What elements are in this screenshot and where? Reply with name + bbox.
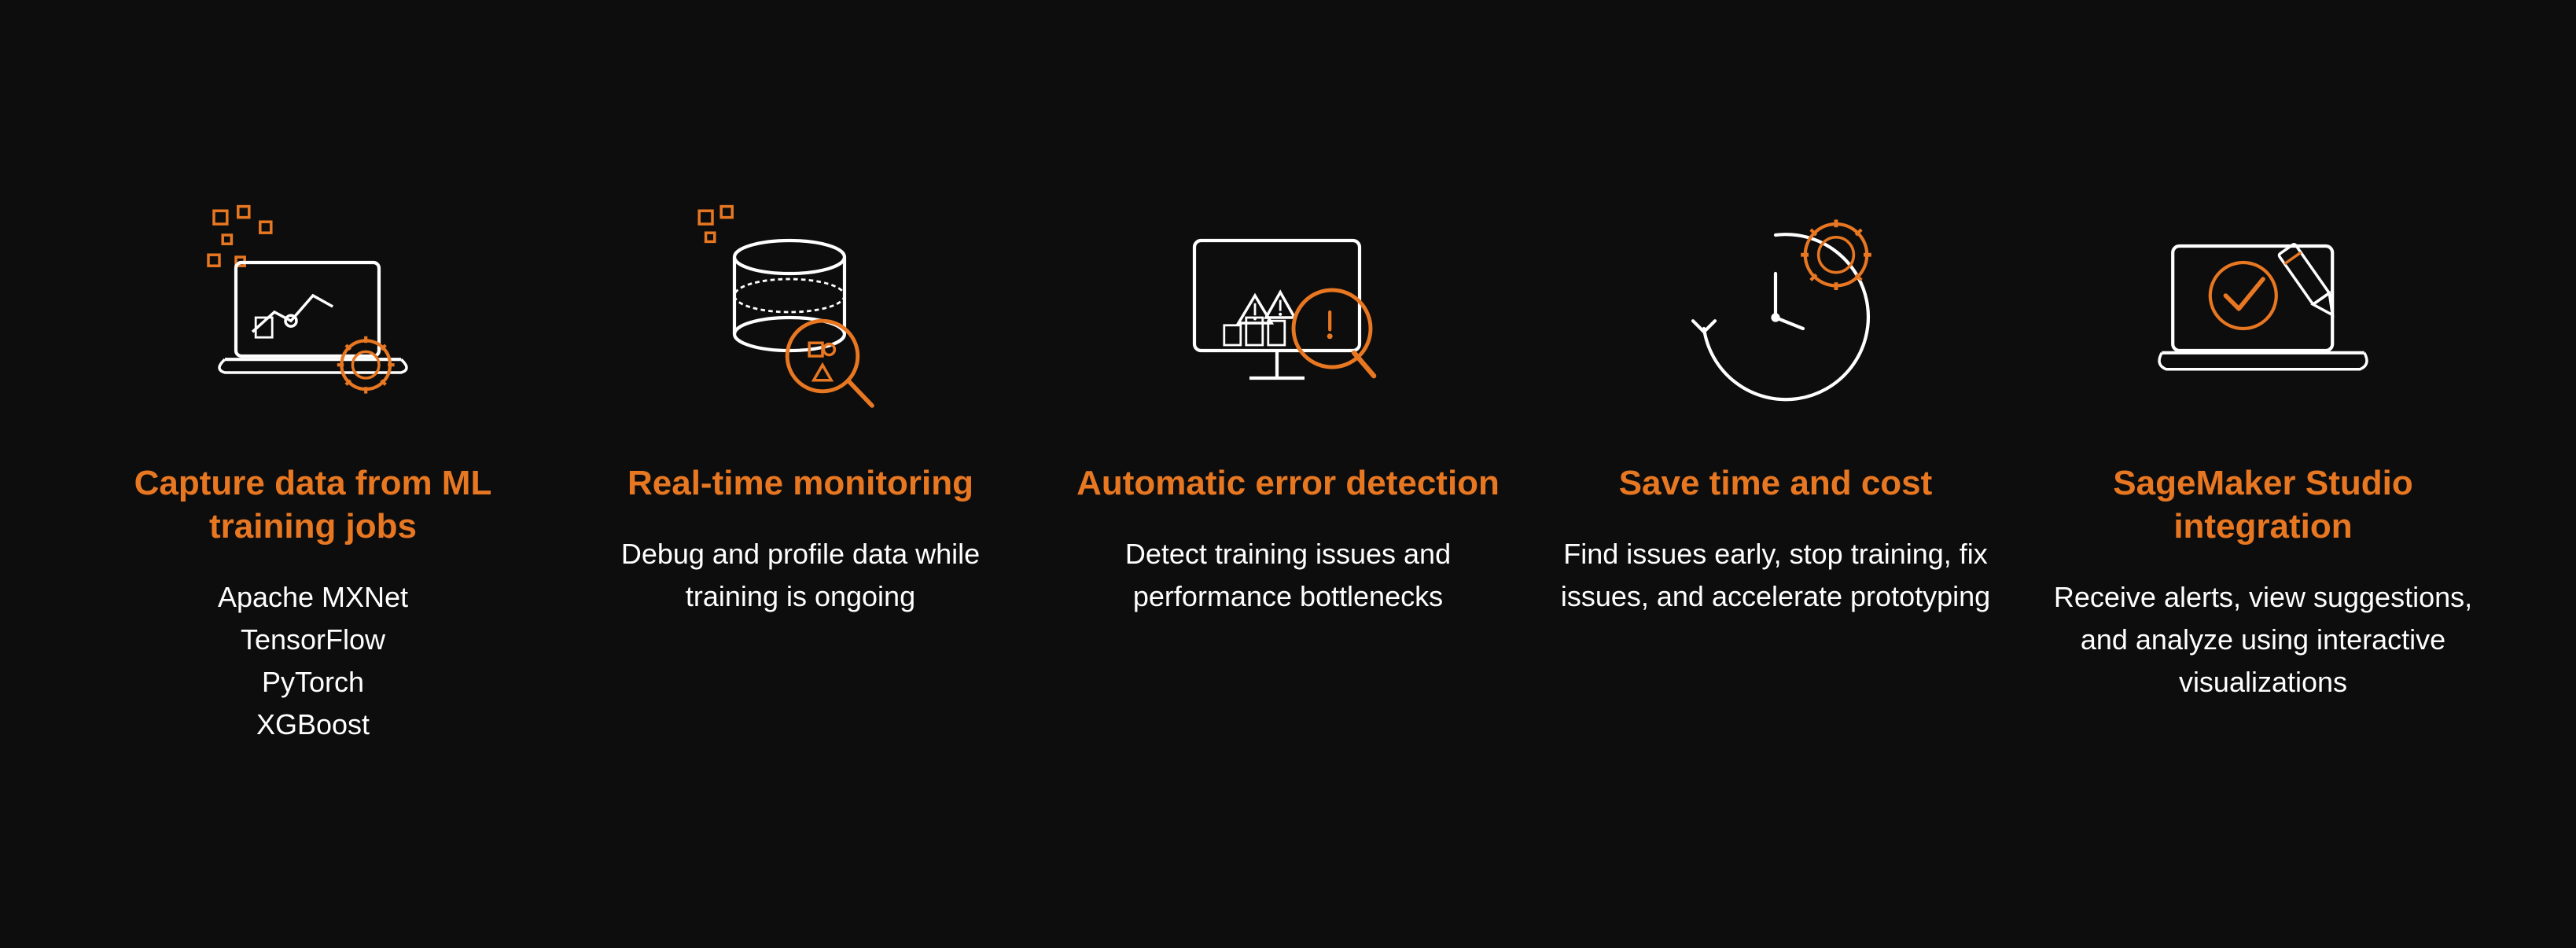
capture-data-description: Apache MXNet TensorFlow PyTorch XGBoost — [218, 576, 408, 746]
feature-card-save-time-cost: Save time and cost Find issues early, st… — [1555, 202, 1996, 618]
save-time-cost-description: Find issues early, stop training, fix is… — [1555, 533, 1996, 618]
feature-card-capture-data: Capture data from ML training jobs Apach… — [93, 202, 533, 746]
realtime-monitoring-title: Real-time monitoring — [627, 461, 973, 505]
save-time-cost-title: Save time and cost — [1619, 461, 1933, 505]
clock-gear-icon — [1665, 202, 1886, 422]
screen-warning-icon — [1178, 202, 1398, 422]
sagemaker-studio-title: SageMaker Studio integration — [2043, 461, 2483, 548]
feature-card-realtime-monitoring: Real-time monitoring Debug and profile d… — [580, 202, 1021, 618]
feature-card-auto-error-detection: Automatic error detection Detect trainin… — [1068, 202, 1508, 618]
capture-data-title: Capture data from ML training jobs — [93, 461, 533, 548]
realtime-monitoring-description: Debug and profile data while training is… — [580, 533, 1021, 618]
sagemaker-studio-description: Receive alerts, view suggestions, and an… — [2043, 576, 2483, 704]
auto-error-detection-title: Automatic error detection — [1076, 461, 1500, 505]
laptop-check-pencil-icon — [2153, 202, 2373, 422]
auto-error-detection-description: Detect training issues and performance b… — [1068, 533, 1508, 618]
laptop-gear-icon — [203, 202, 423, 422]
features-container: Capture data from ML training jobs Apach… — [0, 155, 2576, 793]
database-magnify-icon — [690, 202, 911, 422]
feature-card-sagemaker-studio: SageMaker Studio integration Receive ale… — [2043, 202, 2483, 704]
